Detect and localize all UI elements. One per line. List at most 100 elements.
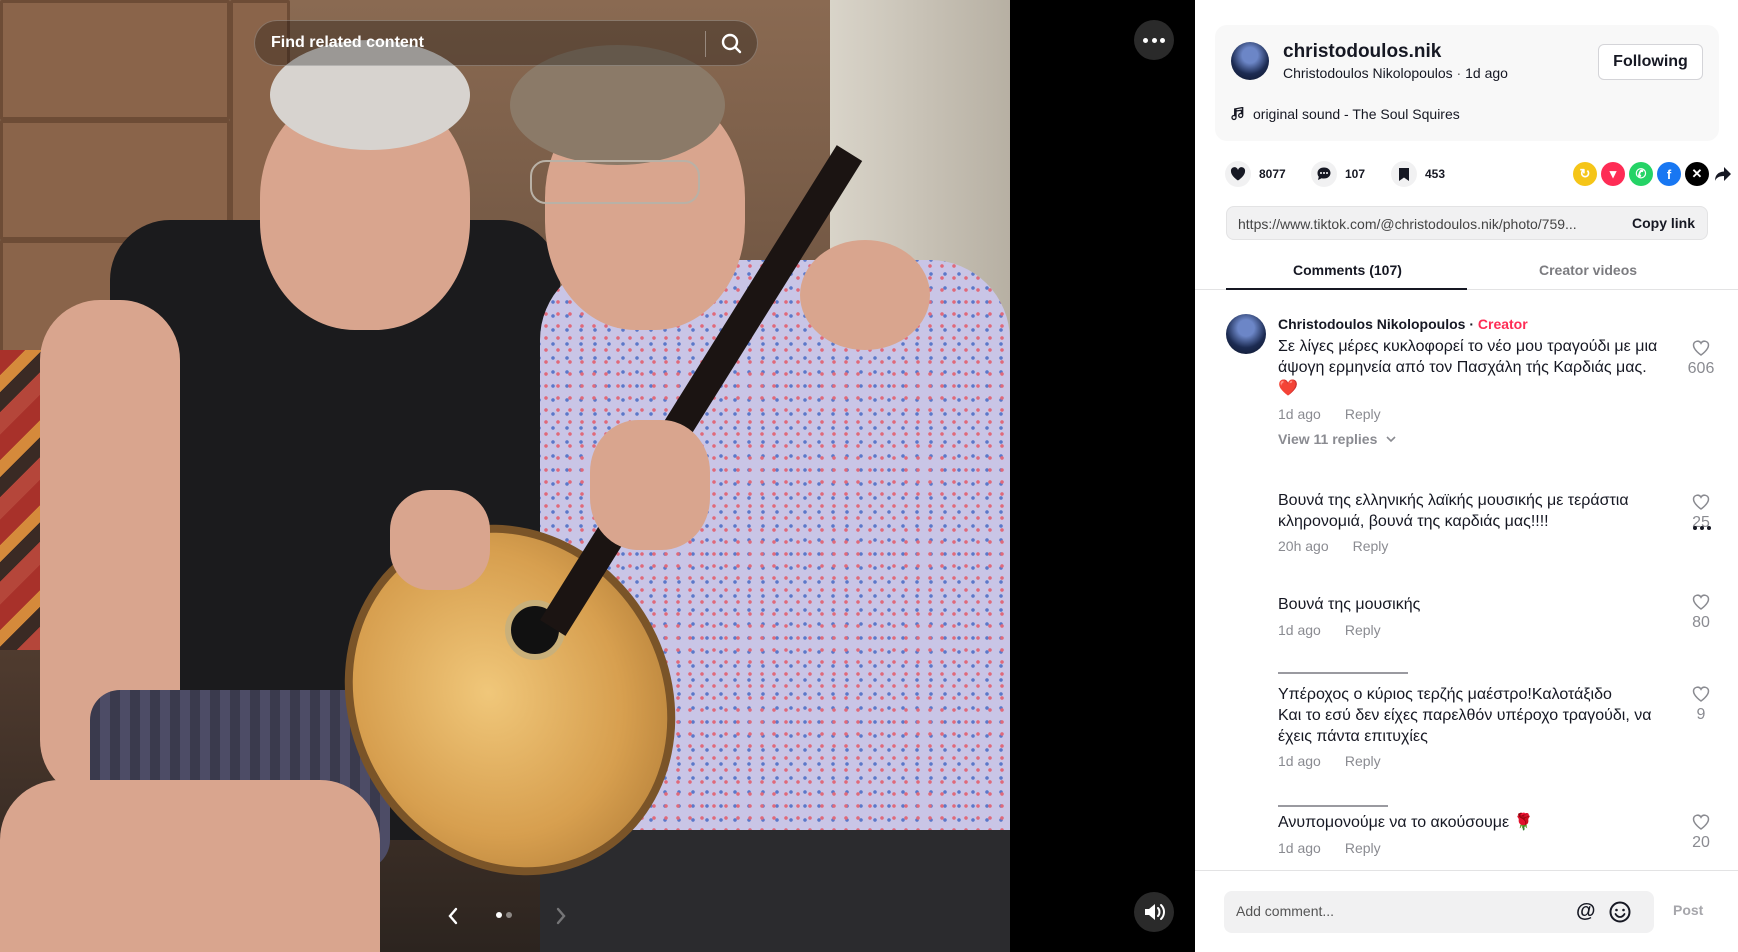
comment-text: Βουνά της μουσικής bbox=[1278, 596, 1421, 613]
reply-button[interactable]: Reply bbox=[1345, 622, 1381, 638]
comment-like-button[interactable]: 606 bbox=[1676, 340, 1726, 378]
view-replies-label: View 11 replies bbox=[1278, 431, 1378, 447]
reply-button[interactable]: Reply bbox=[1345, 753, 1381, 769]
action-bar: 8077 107 453 ↻ ▾ ✆ f ✕ bbox=[1225, 160, 1731, 188]
search-placeholder[interactable]: Find related content bbox=[271, 34, 424, 52]
x-icon[interactable]: ✕ bbox=[1685, 162, 1709, 186]
more-horizontal-icon bbox=[1143, 38, 1165, 43]
creator-display-name[interactable]: Christodoulos Nikolopoulos bbox=[1283, 65, 1453, 81]
details-panel: christodoulos.nik Christodoulos Nikolopo… bbox=[1195, 0, 1738, 952]
comment-item: Βουνά της ελληνικής λαϊκής μουσικής με τ… bbox=[1195, 486, 1738, 566]
chevron-right-icon[interactable] bbox=[552, 904, 570, 928]
comment-meta: 1d ago Reply bbox=[1278, 622, 1381, 638]
comment-time: 1d ago bbox=[1278, 406, 1321, 422]
tab-comments[interactable]: Comments (107) bbox=[1293, 262, 1402, 278]
comment-button[interactable]: 107 bbox=[1311, 160, 1365, 188]
avatar[interactable] bbox=[1226, 314, 1266, 354]
legs bbox=[0, 780, 380, 952]
volume-button[interactable] bbox=[1134, 892, 1174, 932]
background-cabinet bbox=[0, 0, 230, 120]
comment-time: 1d ago bbox=[1278, 840, 1321, 856]
heart-outline-icon bbox=[1692, 494, 1710, 510]
search-icon[interactable] bbox=[717, 29, 747, 59]
comment-author: Christodoulos Nikolopoulos · Creator bbox=[1278, 316, 1528, 332]
hand-on-shoulder bbox=[800, 240, 930, 350]
facebook-icon[interactable]: f bbox=[1657, 162, 1681, 186]
separator: · bbox=[1465, 316, 1478, 332]
music-note-icon bbox=[1231, 107, 1244, 121]
creator-badge: Creator bbox=[1477, 316, 1528, 332]
tab-creator-videos[interactable]: Creator videos bbox=[1539, 262, 1637, 278]
comment-time: 20h ago bbox=[1278, 538, 1329, 554]
related-search-box[interactable]: Find related content bbox=[254, 20, 758, 66]
comment-like-count: 9 bbox=[1696, 706, 1706, 723]
comment-item: Υπέροχος ο κύριος τερζής μαέστρο!Καλοτάξ… bbox=[1195, 680, 1738, 780]
copy-link-button[interactable]: Copy link bbox=[1632, 215, 1695, 231]
music-title[interactable]: original sound - The Soul Squires bbox=[1253, 106, 1460, 122]
photo-pager bbox=[496, 912, 512, 918]
comment-meta: 1d ago Reply bbox=[1278, 406, 1381, 422]
creator-card: christodoulos.nik Christodoulos Nikolopo… bbox=[1215, 25, 1719, 141]
comment-like-button[interactable]: 20 bbox=[1676, 814, 1726, 852]
comment-text: Υπέροχος ο κύριος τερζής μαέστρο!Καλοτάξ… bbox=[1278, 686, 1652, 745]
comment-item: Christodoulos Nikolopoulos · Creator Σε … bbox=[1195, 300, 1738, 450]
post-time: 1d ago bbox=[1465, 65, 1508, 81]
comment-box[interactable]: @ bbox=[1224, 891, 1654, 933]
heart-outline-icon bbox=[1692, 594, 1710, 610]
save-count: 453 bbox=[1425, 167, 1446, 181]
panel-tabs: Comments (107) Creator videos bbox=[1195, 252, 1738, 290]
chevron-left-icon[interactable] bbox=[444, 904, 462, 928]
separator: · bbox=[1452, 65, 1466, 81]
creator-handle[interactable]: christodoulos.nik bbox=[1283, 41, 1441, 63]
creator-subline: Christodoulos Nikolopoulos · 1d ago bbox=[1283, 65, 1508, 81]
save-button[interactable]: 453 bbox=[1391, 160, 1445, 188]
avatar[interactable] bbox=[1231, 42, 1269, 80]
comment-input[interactable] bbox=[1236, 903, 1536, 919]
more-options-button[interactable] bbox=[1134, 20, 1174, 60]
comment-like-count: 20 bbox=[1692, 834, 1710, 851]
reply-button[interactable]: Reply bbox=[1345, 840, 1381, 856]
post-photo[interactable] bbox=[0, 0, 1010, 952]
repost-icon[interactable]: ↻ bbox=[1573, 162, 1597, 186]
comment-composer: @ Post bbox=[1195, 870, 1738, 952]
heart-outline-icon bbox=[1692, 686, 1710, 702]
send-to-friends-icon[interactable]: ▾ bbox=[1601, 162, 1625, 186]
comment-icon bbox=[1311, 161, 1337, 187]
hand-on-body bbox=[390, 490, 490, 590]
volume-icon bbox=[1145, 904, 1165, 920]
heart-icon bbox=[1225, 161, 1251, 187]
view-replies-button[interactable]: View 11 replies bbox=[1278, 431, 1397, 447]
comment-like-button[interactable]: 9 bbox=[1676, 686, 1726, 724]
comment-meta: 1d ago Reply bbox=[1278, 753, 1381, 769]
comment-like-count: 606 bbox=[1687, 360, 1715, 377]
share-arrow-icon[interactable] bbox=[1711, 162, 1735, 186]
music-link[interactable]: original sound - The Soul Squires bbox=[1231, 106, 1460, 122]
tiktok-photo-viewer: Find related content christodoulos.nik C… bbox=[0, 0, 1738, 952]
comment-count: 107 bbox=[1345, 167, 1366, 181]
share-link-url[interactable]: https://www.tiktok.com/@christodoulos.ni… bbox=[1238, 216, 1598, 232]
like-count: 8077 bbox=[1259, 167, 1286, 181]
pager-dot[interactable] bbox=[506, 912, 512, 918]
comment-more-icon[interactable] bbox=[1693, 526, 1711, 530]
comment-item: Ανυπομονούμε να το ακούσουμε 🌹 1d ago Rep… bbox=[1195, 812, 1738, 870]
reply-button[interactable]: Reply bbox=[1345, 406, 1381, 422]
heart-outline-icon bbox=[1692, 814, 1710, 830]
comment-like-button[interactable]: 80 bbox=[1676, 594, 1726, 632]
hand-on-neck bbox=[590, 420, 710, 550]
comment-list: Christodoulos Nikolopoulos · Creator Σε … bbox=[1195, 300, 1738, 870]
whatsapp-icon[interactable]: ✆ bbox=[1629, 162, 1653, 186]
comment-author-name[interactable]: Christodoulos Nikolopoulos bbox=[1278, 316, 1465, 332]
comment-time: 1d ago bbox=[1278, 622, 1321, 638]
emoji-icon[interactable] bbox=[1608, 900, 1632, 924]
reply-button[interactable]: Reply bbox=[1353, 538, 1389, 554]
comment-text: Ανυπομονούμε να το ακούσουμε 🌹 bbox=[1278, 814, 1534, 831]
comment-time: 1d ago bbox=[1278, 753, 1321, 769]
pager-dot-active[interactable] bbox=[496, 912, 502, 918]
clipped-comment-edge bbox=[1278, 805, 1388, 807]
mention-icon[interactable]: @ bbox=[1576, 900, 1596, 923]
following-button[interactable]: Following bbox=[1598, 44, 1703, 80]
post-button[interactable]: Post bbox=[1673, 902, 1703, 918]
glasses bbox=[530, 160, 700, 204]
like-button[interactable]: 8077 bbox=[1225, 160, 1286, 188]
comment-like-count: 80 bbox=[1692, 614, 1710, 631]
